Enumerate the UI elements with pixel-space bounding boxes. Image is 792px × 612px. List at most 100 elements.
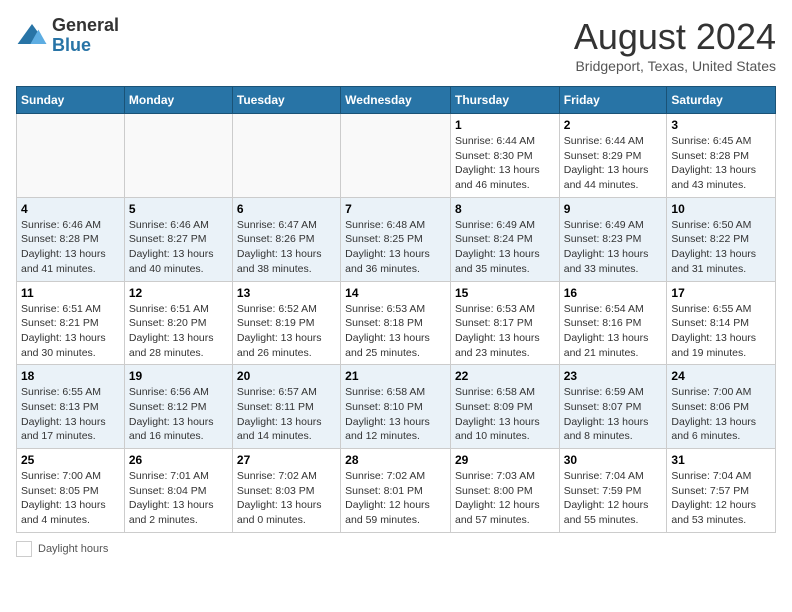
- logo-text: General Blue: [52, 16, 119, 56]
- day-number: 28: [345, 453, 446, 467]
- day-info: Sunrise: 6:55 AMSunset: 8:13 PMDaylight:…: [21, 385, 120, 444]
- calendar-cell: 27 Sunrise: 7:02 AMSunset: 8:03 PMDayligh…: [232, 449, 340, 533]
- calendar-cell: [17, 114, 125, 198]
- calendar-cell: 26 Sunrise: 7:01 AMSunset: 8:04 PMDayligh…: [124, 449, 232, 533]
- dow-header-friday: Friday: [559, 87, 667, 114]
- calendar-cell: 1 Sunrise: 6:44 AMSunset: 8:30 PMDaylight…: [450, 114, 559, 198]
- calendar-cell: [232, 114, 340, 198]
- day-number: 1: [455, 118, 555, 132]
- calendar: SundayMondayTuesdayWednesdayThursdayFrid…: [16, 86, 776, 533]
- title-block: August 2024 Bridgeport, Texas, United St…: [574, 16, 776, 74]
- day-info: Sunrise: 6:51 AMSunset: 8:20 PMDaylight:…: [129, 302, 228, 361]
- calendar-cell: 30 Sunrise: 7:04 AMSunset: 7:59 PMDayligh…: [559, 449, 667, 533]
- calendar-cell: 13 Sunrise: 6:52 AMSunset: 8:19 PMDayligh…: [232, 281, 340, 365]
- day-info: Sunrise: 7:02 AMSunset: 8:01 PMDaylight:…: [345, 469, 446, 528]
- week-row-5: 25Sunrise: 7:00 AMSunset: 8:05 PMDayligh…: [17, 449, 776, 533]
- dow-header-saturday: Saturday: [667, 87, 776, 114]
- calendar-cell: 3 Sunrise: 6:45 AMSunset: 8:28 PMDaylight…: [667, 114, 776, 198]
- calendar-cell: [341, 114, 451, 198]
- day-number: 10: [671, 202, 771, 216]
- calendar-cell: [124, 114, 232, 198]
- week-row-4: 18 Sunrise: 6:55 AMSunset: 8:13 PMDayligh…: [17, 365, 776, 449]
- day-info: Sunrise: 6:49 AMSunset: 8:23 PMDaylight:…: [564, 218, 663, 277]
- calendar-cell: 7Sunrise: 6:48 AMSunset: 8:25 PMDaylight…: [341, 197, 451, 281]
- calendar-cell: 8Sunrise: 6:49 AMSunset: 8:24 PMDaylight…: [450, 197, 559, 281]
- day-number: 21: [345, 369, 446, 383]
- day-info: Sunrise: 6:53 AMSunset: 8:18 PMDaylight:…: [345, 302, 446, 361]
- calendar-cell: 11 Sunrise: 6:51 AMSunset: 8:21 PMDayligh…: [17, 281, 125, 365]
- week-row-2: 4 Sunrise: 6:46 AMSunset: 8:28 PMDaylight…: [17, 197, 776, 281]
- day-number: 13: [237, 286, 336, 300]
- day-number: 19: [129, 369, 228, 383]
- daylight-legend: Daylight hours: [16, 541, 108, 557]
- calendar-cell: 5Sunrise: 6:46 AMSunset: 8:27 PMDaylight…: [124, 197, 232, 281]
- daylight-label: Daylight hours: [38, 543, 108, 555]
- calendar-cell: 19 Sunrise: 6:56 AMSunset: 8:12 PMDayligh…: [124, 365, 232, 449]
- calendar-cell: 4 Sunrise: 6:46 AMSunset: 8:28 PMDaylight…: [17, 197, 125, 281]
- day-number: 22: [455, 369, 555, 383]
- dow-header-thursday: Thursday: [450, 87, 559, 114]
- calendar-cell: 2Sunrise: 6:44 AMSunset: 8:29 PMDaylight…: [559, 114, 667, 198]
- calendar-cell: 28 Sunrise: 7:02 AMSunset: 8:01 PMDayligh…: [341, 449, 451, 533]
- calendar-cell: 6Sunrise: 6:47 AMSunset: 8:26 PMDaylight…: [232, 197, 340, 281]
- day-number: 15: [455, 286, 555, 300]
- month-year: August 2024: [574, 16, 776, 58]
- calendar-cell: 10 Sunrise: 6:50 AMSunset: 8:22 PMDayligh…: [667, 197, 776, 281]
- day-number: 9: [564, 202, 663, 216]
- calendar-cell: 25Sunrise: 7:00 AMSunset: 8:05 PMDayligh…: [17, 449, 125, 533]
- day-info: Sunrise: 6:52 AMSunset: 8:19 PMDaylight:…: [237, 302, 336, 361]
- logo-icon: [16, 20, 48, 52]
- calendar-cell: 16Sunrise: 6:54 AMSunset: 8:16 PMDayligh…: [559, 281, 667, 365]
- day-info: Sunrise: 6:47 AMSunset: 8:26 PMDaylight:…: [237, 218, 336, 277]
- calendar-cell: 14Sunrise: 6:53 AMSunset: 8:18 PMDayligh…: [341, 281, 451, 365]
- day-number: 17: [671, 286, 771, 300]
- day-info: Sunrise: 6:48 AMSunset: 8:25 PMDaylight:…: [345, 218, 446, 277]
- day-number: 24: [671, 369, 771, 383]
- day-info: Sunrise: 7:04 AMSunset: 7:59 PMDaylight:…: [564, 469, 663, 528]
- page-header: General Blue August 2024 Bridgeport, Tex…: [16, 16, 776, 74]
- day-info: Sunrise: 6:51 AMSunset: 8:21 PMDaylight:…: [21, 302, 120, 361]
- day-info: Sunrise: 7:00 AMSunset: 8:06 PMDaylight:…: [671, 385, 771, 444]
- calendar-cell: 20 Sunrise: 6:57 AMSunset: 8:11 PMDayligh…: [232, 365, 340, 449]
- daylight-box: [16, 541, 32, 557]
- day-info: Sunrise: 6:57 AMSunset: 8:11 PMDaylight:…: [237, 385, 336, 444]
- calendar-cell: 17 Sunrise: 6:55 AMSunset: 8:14 PMDayligh…: [667, 281, 776, 365]
- day-info: Sunrise: 6:44 AMSunset: 8:29 PMDaylight:…: [564, 134, 663, 193]
- day-info: Sunrise: 7:01 AMSunset: 8:04 PMDaylight:…: [129, 469, 228, 528]
- day-number: 27: [237, 453, 336, 467]
- logo: General Blue: [16, 16, 119, 56]
- day-info: Sunrise: 6:49 AMSunset: 8:24 PMDaylight:…: [455, 218, 555, 277]
- day-number: 12: [129, 286, 228, 300]
- days-of-week-row: SundayMondayTuesdayWednesdayThursdayFrid…: [17, 87, 776, 114]
- calendar-cell: 15Sunrise: 6:53 AMSunset: 8:17 PMDayligh…: [450, 281, 559, 365]
- day-number: 30: [564, 453, 663, 467]
- day-number: 26: [129, 453, 228, 467]
- day-info: Sunrise: 6:46 AMSunset: 8:28 PMDaylight:…: [21, 218, 120, 277]
- calendar-cell: 23 Sunrise: 6:59 AMSunset: 8:07 PMDayligh…: [559, 365, 667, 449]
- day-info: Sunrise: 6:46 AMSunset: 8:27 PMDaylight:…: [129, 218, 228, 277]
- calendar-cell: 24 Sunrise: 7:00 AMSunset: 8:06 PMDayligh…: [667, 365, 776, 449]
- calendar-cell: 21Sunrise: 6:58 AMSunset: 8:10 PMDayligh…: [341, 365, 451, 449]
- day-number: 31: [671, 453, 771, 467]
- calendar-cell: 31Sunrise: 7:04 AMSunset: 7:57 PMDayligh…: [667, 449, 776, 533]
- day-number: 4: [21, 202, 120, 216]
- day-info: Sunrise: 6:56 AMSunset: 8:12 PMDaylight:…: [129, 385, 228, 444]
- day-info: Sunrise: 6:55 AMSunset: 8:14 PMDaylight:…: [671, 302, 771, 361]
- day-info: Sunrise: 6:58 AMSunset: 8:09 PMDaylight:…: [455, 385, 555, 444]
- day-number: 18: [21, 369, 120, 383]
- day-info: Sunrise: 6:50 AMSunset: 8:22 PMDaylight:…: [671, 218, 771, 277]
- day-info: Sunrise: 7:02 AMSunset: 8:03 PMDaylight:…: [237, 469, 336, 528]
- day-info: Sunrise: 6:59 AMSunset: 8:07 PMDaylight:…: [564, 385, 663, 444]
- location: Bridgeport, Texas, United States: [574, 58, 776, 74]
- dow-header-wednesday: Wednesday: [341, 87, 451, 114]
- day-number: 23: [564, 369, 663, 383]
- day-info: Sunrise: 6:44 AMSunset: 8:30 PMDaylight:…: [455, 134, 555, 193]
- day-number: 11: [21, 286, 120, 300]
- dow-header-tuesday: Tuesday: [232, 87, 340, 114]
- day-info: Sunrise: 7:00 AMSunset: 8:05 PMDaylight:…: [21, 469, 120, 528]
- day-number: 20: [237, 369, 336, 383]
- day-number: 3: [671, 118, 771, 132]
- calendar-cell: 29Sunrise: 7:03 AMSunset: 8:00 PMDayligh…: [450, 449, 559, 533]
- calendar-cell: 12 Sunrise: 6:51 AMSunset: 8:20 PMDayligh…: [124, 281, 232, 365]
- day-info: Sunrise: 6:45 AMSunset: 8:28 PMDaylight:…: [671, 134, 771, 193]
